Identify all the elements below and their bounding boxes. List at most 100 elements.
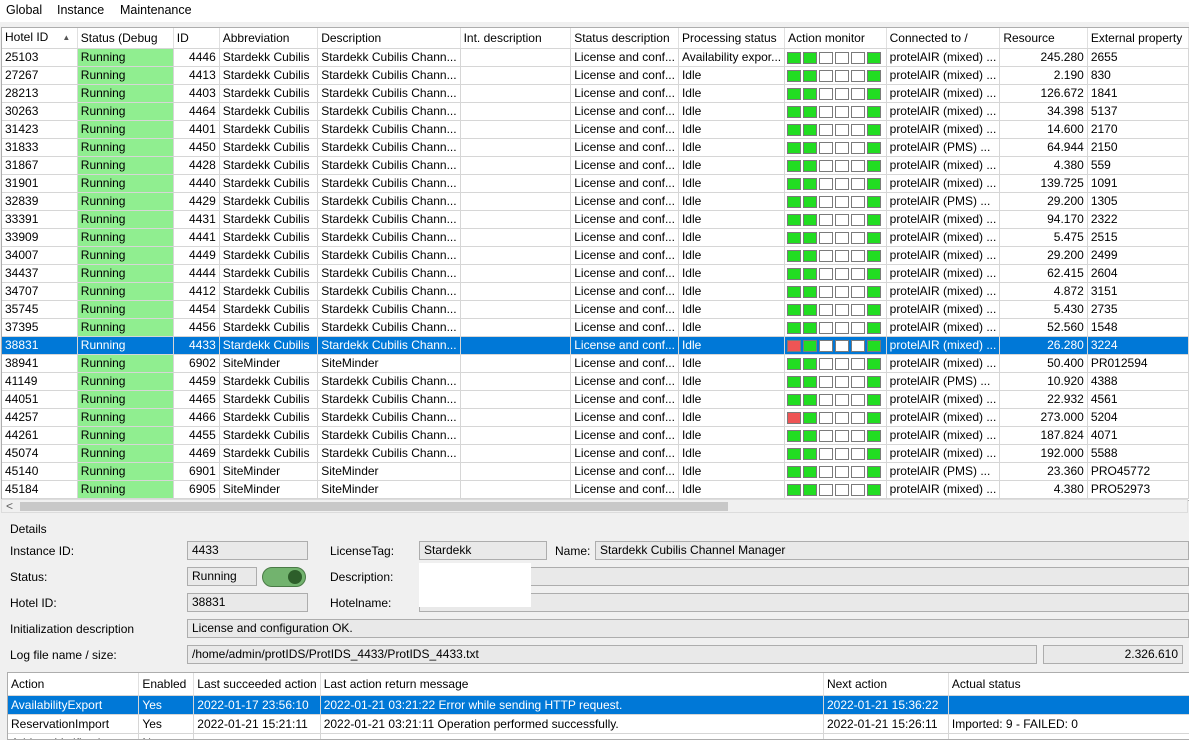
table-cell: Idle [678, 445, 784, 463]
table-cell: Idle [678, 373, 784, 391]
column-header[interactable]: ID [173, 28, 219, 49]
column-header[interactable]: Connected to / [886, 28, 1000, 49]
table-row[interactable]: 35745Running4454Stardekk CubilisStardekk… [2, 301, 1189, 319]
table-row[interactable]: 25103Running4446Stardekk CubilisStardekk… [2, 49, 1189, 67]
table-row[interactable]: 28213Running4403Stardekk CubilisStardekk… [2, 85, 1189, 103]
monitor-indicator [803, 232, 817, 244]
column-header[interactable]: Hotel ID▲ [2, 28, 77, 49]
table-cell: Running [77, 301, 173, 319]
log-size-field[interactable]: 2.326.610 [1043, 645, 1183, 664]
table-row[interactable]: 33391Running4431Stardekk CubilisStardekk… [2, 211, 1189, 229]
table-cell [460, 337, 571, 355]
column-header[interactable]: External property [1087, 28, 1188, 49]
table-row[interactable]: 44261Running4455Stardekk CubilisStardekk… [2, 427, 1189, 445]
monitor-indicator [787, 394, 801, 406]
action-monitor [787, 268, 883, 280]
init-desc-field[interactable]: License and configuration OK. [187, 619, 1189, 638]
table-row[interactable]: 31423Running4401Stardekk CubilisStardekk… [2, 121, 1189, 139]
table-row[interactable]: AddressVerificationNo [8, 734, 1189, 740]
table-cell [460, 463, 571, 481]
monitor-indicator [819, 232, 833, 244]
action-monitor [787, 160, 883, 172]
column-header[interactable]: Description [318, 28, 460, 49]
hotel-id-field[interactable]: 38831 [187, 593, 308, 612]
table-cell: Availability expor... [678, 49, 784, 67]
table-row[interactable]: 38941Running6902SiteMinderSiteMinderLice… [2, 355, 1189, 373]
table-cell: Idle [678, 85, 784, 103]
table-cell: 6905 [173, 481, 219, 499]
column-header[interactable]: Action [8, 673, 139, 696]
monitor-indicator [851, 214, 865, 226]
table-cell: Running [77, 319, 173, 337]
table-row[interactable]: 38831Running4433Stardekk CubilisStardekk… [2, 337, 1189, 355]
monitor-indicator [803, 340, 817, 352]
description-field[interactable] [419, 567, 1189, 586]
menu-instance[interactable]: Instance [57, 3, 104, 17]
actions-grid[interactable]: ActionEnabledLast succeeded actionLast a… [7, 672, 1189, 740]
column-header[interactable]: Int. description [460, 28, 571, 49]
table-cell [460, 139, 571, 157]
table-row[interactable]: 44257Running4466Stardekk CubilisStardekk… [2, 409, 1189, 427]
instances-grid[interactable]: Hotel ID▲Status (DebugIDAbbreviationDesc… [1, 27, 1189, 501]
table-cell: protelAIR (mixed) ... [886, 265, 1000, 283]
table-row[interactable]: 34007Running4449Stardekk CubilisStardekk… [2, 247, 1189, 265]
name-field[interactable]: Stardekk Cubilis Channel Manager [595, 541, 1189, 560]
table-row[interactable]: 44051Running4465Stardekk CubilisStardekk… [2, 391, 1189, 409]
table-row[interactable]: 45184Running6905SiteMinderSiteMinderLice… [2, 481, 1189, 499]
scroll-left-icon[interactable]: < [6, 499, 13, 513]
table-row[interactable]: 41149Running4459Stardekk CubilisStardekk… [2, 373, 1189, 391]
monitor-indicator [835, 340, 849, 352]
monitor-indicator [851, 304, 865, 316]
table-cell [948, 696, 1189, 715]
table-row[interactable]: 34707Running4412Stardekk CubilisStardekk… [2, 283, 1189, 301]
column-header[interactable]: Status (Debug [77, 28, 173, 49]
monitor-indicator [851, 160, 865, 172]
column-header[interactable]: Next action [823, 673, 948, 696]
instance-id-field[interactable]: 4433 [187, 541, 308, 560]
table-row[interactable]: 33909Running4441Stardekk CubilisStardekk… [2, 229, 1189, 247]
table-row[interactable]: 31867Running4428Stardekk CubilisStardekk… [2, 157, 1189, 175]
table-row[interactable]: ReservationImportYes2022-01-21 15:21:112… [8, 715, 1189, 734]
menu-global[interactable]: Global [6, 3, 42, 17]
table-cell: License and conf... [571, 193, 679, 211]
status-field[interactable]: Running [187, 567, 257, 586]
scrollbar-thumb[interactable] [20, 502, 728, 511]
hotelname-field[interactable] [419, 593, 1189, 612]
table-row[interactable]: 45074Running4469Stardekk CubilisStardekk… [2, 445, 1189, 463]
table-row[interactable]: 30263Running4464Stardekk CubilisStardekk… [2, 103, 1189, 121]
license-tag-field[interactable]: Stardekk [419, 541, 547, 560]
table-row[interactable]: 37395Running4456Stardekk CubilisStardekk… [2, 319, 1189, 337]
table-cell: License and conf... [571, 103, 679, 121]
column-header[interactable]: Enabled [139, 673, 194, 696]
action-monitor [787, 250, 883, 262]
monitor-indicator [851, 448, 865, 460]
table-cell: protelAIR (mixed) ... [886, 445, 1000, 463]
log-file-field[interactable]: /home/admin/protIDS/ProtIDS_4433/ProtIDS… [187, 645, 1037, 664]
table-row[interactable]: 31833Running4450Stardekk CubilisStardekk… [2, 139, 1189, 157]
action-monitor-cell [785, 445, 887, 463]
column-header[interactable]: Resource [1000, 28, 1087, 49]
column-header[interactable]: Processing status [678, 28, 784, 49]
table-cell: 4403 [173, 85, 219, 103]
table-cell: Idle [678, 103, 784, 121]
column-header[interactable]: Actual status [948, 673, 1189, 696]
table-row[interactable]: 34437Running4444Stardekk CubilisStardekk… [2, 265, 1189, 283]
column-header[interactable]: Last succeeded action [194, 673, 320, 696]
column-header[interactable]: Action monitor [785, 28, 887, 49]
menu-maintenance[interactable]: Maintenance [120, 3, 192, 17]
table-cell: Idle [678, 409, 784, 427]
column-header[interactable]: Abbreviation [219, 28, 317, 49]
column-header[interactable]: Last action return message [320, 673, 823, 696]
action-monitor [787, 358, 883, 370]
table-row[interactable]: 45140Running6901SiteMinderSiteMinderLice… [2, 463, 1189, 481]
table-row[interactable]: 27267Running4413Stardekk CubilisStardekk… [2, 67, 1189, 85]
horizontal-scrollbar[interactable]: < [1, 499, 1188, 513]
table-row[interactable]: 32839Running4429Stardekk CubilisStardekk… [2, 193, 1189, 211]
table-row[interactable]: AvailabilityExportYes2022-01-17 23:56:10… [8, 696, 1189, 715]
table-cell: Stardekk Cubilis Chann... [318, 139, 460, 157]
table-cell: License and conf... [571, 355, 679, 373]
table-cell: Stardekk Cubilis Chann... [318, 409, 460, 427]
status-toggle[interactable] [262, 567, 306, 587]
table-row[interactable]: 31901Running4440Stardekk CubilisStardekk… [2, 175, 1189, 193]
column-header[interactable]: Status description [571, 28, 679, 49]
